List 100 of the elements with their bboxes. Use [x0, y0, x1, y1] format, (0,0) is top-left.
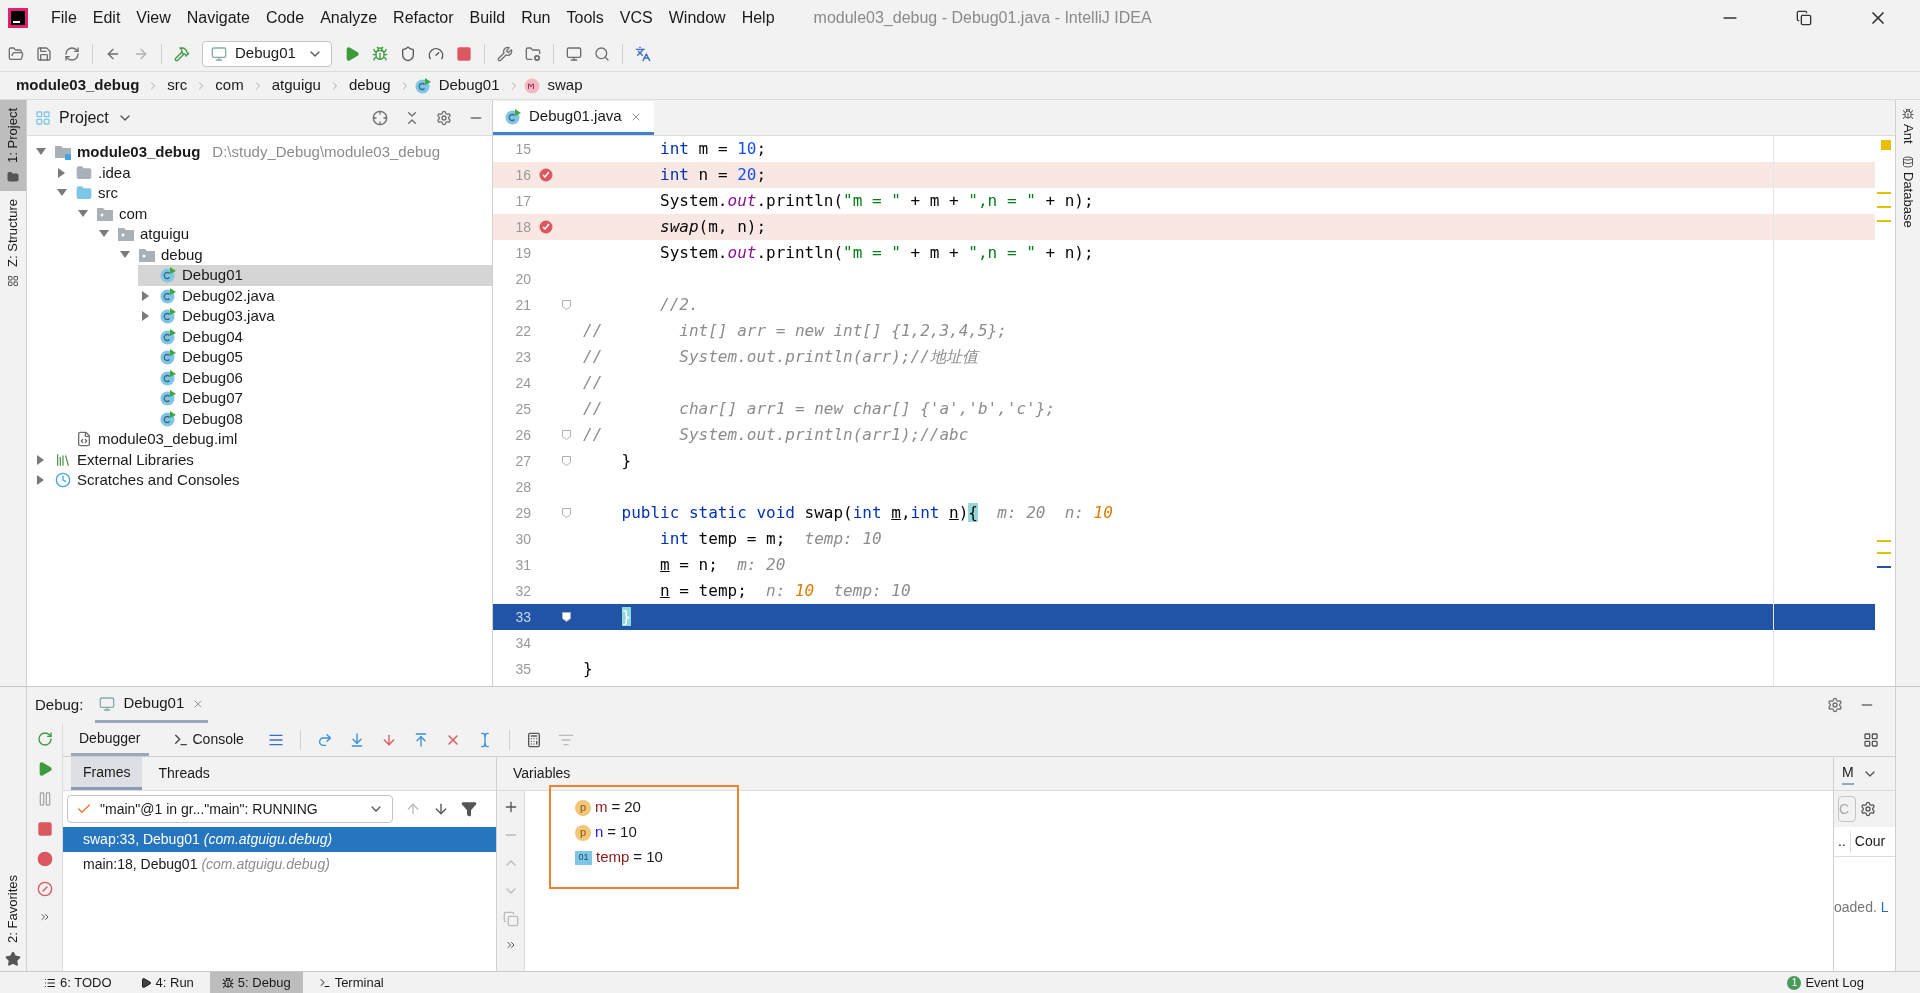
tool-window-tab[interactable]: Database: [1898, 155, 1918, 228]
tree-item[interactable]: External Libraries: [33, 449, 492, 470]
settings-icon[interactable]: [436, 109, 452, 126]
tool-window-tab[interactable]: 5: Debug: [209, 972, 303, 993]
menu-item[interactable]: Analyze: [313, 6, 385, 30]
menu-item[interactable]: Edit: [85, 6, 128, 30]
run-configuration-dropdown[interactable]: Debug01: [202, 40, 332, 67]
fold-marker-icon[interactable]: [561, 612, 571, 622]
tree-item[interactable]: Scratches and Consoles: [33, 470, 492, 491]
menu-item[interactable]: Run: [514, 6, 558, 30]
breadcrumb[interactable]: Debug01: [434, 74, 504, 97]
sync-icon[interactable]: [64, 45, 80, 62]
breadcrumb[interactable]: swap: [543, 74, 587, 97]
tool-window-tab[interactable]: Z: Structure: [0, 190, 26, 295]
expand-arrow-icon[interactable]: [142, 290, 150, 301]
menu-item[interactable]: File: [44, 6, 84, 30]
filter-icon[interactable]: [461, 801, 477, 817]
breadcrumb[interactable]: com: [211, 74, 248, 97]
expand-arrow-icon[interactable]: [58, 167, 66, 178]
breadcrumb[interactable]: debug: [344, 74, 395, 97]
fold-marker-icon[interactable]: [561, 300, 571, 310]
frame-item[interactable]: swap:33, Debug01 (com.atguigu.debug): [63, 827, 496, 852]
expand-arrow-icon[interactable]: [142, 311, 150, 322]
fold-marker-icon[interactable]: [561, 430, 571, 440]
menu-item[interactable]: Code: [258, 6, 312, 30]
breadcrumb[interactable]: module03_debug: [12, 74, 144, 97]
menu-item[interactable]: Help: [734, 6, 782, 30]
menu-item[interactable]: Refactor: [386, 6, 461, 30]
tree-item[interactable]: src: [54, 183, 492, 204]
down-icon[interactable]: [433, 801, 449, 817]
tree-item[interactable]: Debug05: [138, 347, 492, 368]
mute-breakpoints-icon[interactable]: [36, 881, 53, 897]
breakpoints-icon[interactable]: [36, 851, 53, 867]
tree-item[interactable]: Debug07: [138, 388, 492, 409]
editor-tab[interactable]: Debug01.java: [493, 101, 654, 135]
tree-item[interactable]: .idea: [54, 162, 492, 183]
menu-item[interactable]: Build: [462, 6, 513, 30]
debugger-tab[interactable]: Console: [164, 723, 252, 756]
layout-icon[interactable]: [1863, 731, 1879, 748]
run-icon[interactable]: [344, 45, 360, 62]
tree-item[interactable]: Debug02.java: [138, 285, 492, 306]
tool-window-tab[interactable]: 4: Run: [127, 972, 206, 993]
menu-item[interactable]: Navigate: [179, 6, 257, 30]
rerun-icon[interactable]: [36, 731, 53, 747]
more-icon[interactable]: [504, 939, 517, 951]
stop-icon[interactable]: [456, 45, 472, 62]
project-structure-icon[interactable]: [525, 45, 541, 62]
tool-window-tab[interactable]: 2: Favorites: [0, 867, 26, 951]
search-icon[interactable]: [594, 45, 610, 62]
debug-icon[interactable]: [372, 45, 388, 62]
breakpoint-icon[interactable]: [539, 220, 553, 234]
terminal-window-icon[interactable]: [566, 45, 582, 62]
collapse-arrow-icon[interactable]: [99, 230, 109, 239]
tool-window-tab[interactable]: 1: Project: [0, 100, 26, 191]
fold-marker-icon[interactable]: [561, 508, 571, 518]
tree-item[interactable]: debug: [117, 244, 492, 265]
tree-item[interactable]: Debug04: [138, 326, 492, 347]
tree-item[interactable]: module03_debug D:\study_Debug\module03_debug: [33, 142, 492, 163]
locate-icon[interactable]: [372, 109, 388, 126]
tree-item[interactable]: com: [75, 203, 492, 224]
translate-icon[interactable]: [635, 45, 651, 62]
thread-dropdown[interactable]: "main"@1 in gr..."main": RUNNING: [67, 795, 393, 823]
memory-tab[interactable]: M: [1842, 762, 1854, 785]
profile-icon[interactable]: [428, 45, 444, 62]
menu-item[interactable]: Window: [661, 6, 733, 30]
expand-arrow-icon[interactable]: [37, 454, 45, 465]
collapse-arrow-icon[interactable]: [120, 250, 130, 259]
tree-item[interactable]: Debug03.java: [138, 306, 492, 327]
tree-item[interactable]: atguigu: [96, 224, 492, 245]
hammer-icon[interactable]: [174, 45, 190, 62]
stop-icon[interactable]: [36, 821, 53, 837]
frames-tab[interactable]: Threads: [146, 757, 222, 790]
wrench-icon[interactable]: [497, 45, 513, 62]
tree-item[interactable]: Debug01: [138, 265, 492, 286]
collapse-arrow-icon[interactable]: [57, 189, 67, 198]
frames-tab[interactable]: Frames: [71, 757, 143, 790]
step-over-icon[interactable]: [316, 731, 333, 748]
tree-item[interactable]: Debug08: [138, 408, 492, 429]
session-tab[interactable]: Debug01: [95, 687, 209, 723]
settings-icon[interactable]: [1827, 697, 1843, 713]
more-icon[interactable]: [38, 911, 51, 923]
menu-item[interactable]: Tools: [559, 6, 611, 30]
tool-window-tab[interactable]: 6: TODO: [32, 972, 124, 993]
panel-title[interactable]: Project: [59, 105, 109, 130]
open-folder-icon[interactable]: [8, 45, 24, 62]
breakpoint-icon[interactable]: [539, 168, 553, 182]
load-link[interactable]: L: [1880, 897, 1889, 918]
tool-window-tab[interactable]: Ant: [1898, 108, 1918, 144]
coverage-icon[interactable]: [400, 45, 416, 62]
settings-icon[interactable]: [1860, 801, 1876, 817]
save-icon[interactable]: [36, 45, 52, 62]
collapse-arrow-icon[interactable]: [36, 148, 46, 157]
variable-row[interactable]: 01 temp = 10: [575, 845, 737, 870]
tool-window-tab[interactable]: Terminal: [306, 972, 396, 993]
breadcrumb[interactable]: atguigu: [267, 74, 325, 97]
collapse-arrow-icon[interactable]: [78, 209, 88, 218]
variable-row[interactable]: p m = 20: [575, 795, 737, 820]
menu-item[interactable]: View: [129, 6, 178, 30]
menu-item[interactable]: VCS: [612, 6, 660, 30]
event-log-tab[interactable]: 1 Event Log: [1787, 972, 1888, 993]
